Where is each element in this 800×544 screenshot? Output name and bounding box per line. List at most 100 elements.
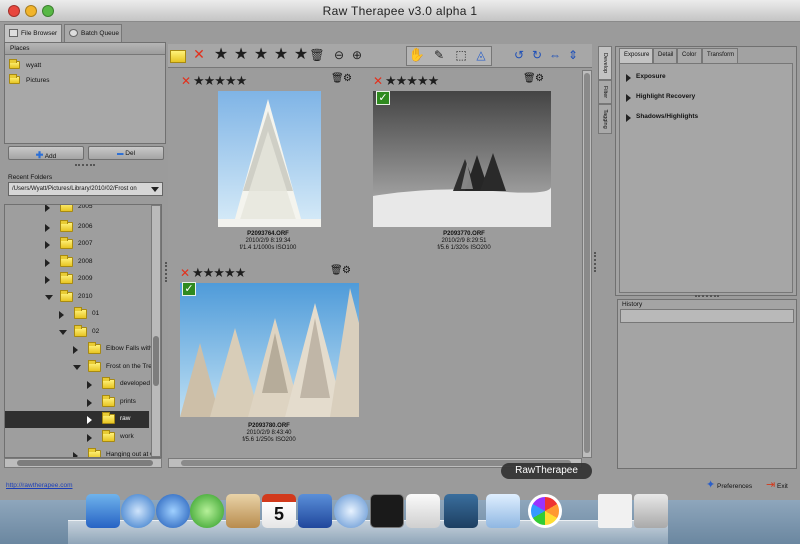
folder-open-icon	[74, 325, 87, 337]
tab-detail[interactable]: Detail	[653, 48, 677, 63]
place-item-wyatt[interactable]: wyatt	[9, 59, 41, 72]
trash-mark-icon[interactable]: ✕	[181, 75, 191, 87]
trash-mark-icon[interactable]: ✕	[180, 267, 190, 279]
title-bar: Raw Therapee v3.0 alpha 1	[0, 0, 800, 22]
trash-icon[interactable]: 🗑	[331, 74, 344, 83]
folder-icon	[102, 395, 115, 407]
recent-folders-select[interactable]: /Users/Wyatt/Pictures/Library/2010/02/Fr…	[8, 182, 163, 196]
rating-stars[interactable]: ★★★★★	[192, 266, 246, 279]
app-icon[interactable]	[298, 494, 332, 528]
eyedropper-icon[interactable]: ✎	[430, 46, 448, 64]
flip-horizontal-icon[interactable]: ⇔	[546, 46, 564, 64]
edit-icon[interactable]: ⚙	[342, 266, 351, 275]
expand-icon	[45, 224, 50, 232]
file-browser-icon	[9, 29, 18, 37]
thumbnail-2[interactable]: ✕ ★★★★★ 🗑 ⚙ P2093770.ORF 2010/2/9 8:29:5…	[368, 74, 560, 254]
flip-vertical-icon[interactable]: ⇕	[564, 46, 582, 64]
folder-icon	[102, 430, 115, 442]
tab-file-browser[interactable]: File Browser	[4, 24, 62, 42]
thumbnail-area: ✕ ★★★★★ 🗑 ⚙ P2093764.ORF 2010/2/9 8:19:3…	[168, 70, 582, 458]
finder-icon[interactable]	[86, 494, 120, 528]
star-filter-icon[interactable]: ★	[212, 47, 230, 67]
rawtherapee-dock-icon[interactable]	[528, 494, 562, 528]
rotate-right-icon[interactable]: ↻	[528, 46, 546, 64]
trash-mark-icon[interactable]: ✕	[373, 75, 383, 87]
photo-snowy-forest	[180, 283, 359, 417]
aperture-icon[interactable]	[444, 494, 478, 528]
itunes-icon[interactable]	[334, 494, 368, 528]
star-filter-icon[interactable]: ★	[272, 47, 290, 67]
exif-label: f/5.6 1/250s ISO200	[242, 437, 296, 443]
scroll-thumb[interactable]	[584, 73, 590, 453]
tab-batch-queue[interactable]: Batch Queue	[64, 24, 122, 42]
tree-vscrollbar[interactable]	[151, 205, 161, 457]
add-place-button[interactable]: ✚ Add	[8, 146, 84, 160]
zoom-out-icon[interactable]: ⊖	[330, 46, 348, 64]
scroll-thumb[interactable]	[17, 460, 153, 466]
adium-icon[interactable]	[190, 494, 224, 528]
tab-transform[interactable]: Transform	[702, 48, 738, 63]
section-exposure[interactable]: Exposure	[626, 73, 666, 85]
history-list-header	[620, 309, 794, 323]
resize-handle[interactable]	[165, 262, 167, 282]
edit-icon[interactable]: ⚙	[343, 74, 352, 83]
resize-handle[interactable]	[75, 164, 95, 166]
folder-icon	[102, 412, 115, 424]
exit-icon: ⇥	[766, 479, 776, 491]
section-shadows-highlights[interactable]: Shadows/Highlights	[626, 113, 698, 125]
place-item-pictures[interactable]: Pictures	[9, 74, 49, 87]
edit-icon[interactable]: ⚙	[535, 74, 544, 83]
rawtherapee-link[interactable]: http://rawtherapee.com	[6, 482, 72, 489]
photo-frosted-tree	[218, 91, 321, 227]
zoom-in-icon[interactable]: ⊕	[348, 46, 366, 64]
mail-icon[interactable]	[156, 494, 190, 528]
preview-icon[interactable]	[486, 494, 520, 528]
trash-icon[interactable]: 🗑	[308, 46, 326, 64]
hand-tool-icon[interactable]: ✋	[408, 46, 426, 64]
folder-icon	[60, 205, 73, 212]
collapse-icon	[59, 330, 67, 335]
crop-icon[interactable]: ⬚	[452, 46, 470, 64]
rotate-left-icon[interactable]: ↺	[510, 46, 528, 64]
straighten-icon[interactable]: ◬	[472, 46, 490, 64]
document-icon[interactable]	[598, 494, 632, 528]
preferences-icon: ✦	[706, 479, 716, 491]
thumbnail-1[interactable]: ✕ ★★★★★ 🗑 ⚙ P2093764.ORF 2010/2/9 8:19:3…	[178, 74, 358, 254]
tab-color[interactable]: Color	[677, 48, 702, 63]
thumbnail-3[interactable]: ✕ ★★★★★ 🗑 ⚙ P2093780.ORF 2010/2/9 8:43:4…	[176, 266, 362, 450]
tab-filter[interactable]: Filter	[598, 80, 612, 104]
star-filter-icon[interactable]: ★	[232, 47, 250, 67]
preferences-button[interactable]: ✦ Preferences	[706, 478, 752, 491]
trash-icon[interactable]: 🗑	[523, 74, 536, 83]
rating-stars[interactable]: ★★★★★	[385, 74, 439, 87]
tab-develop[interactable]: Develop	[598, 46, 612, 80]
folder-icon	[60, 255, 73, 267]
textedit-icon[interactable]	[406, 494, 440, 528]
thumbnail-vscrollbar[interactable]	[582, 70, 592, 458]
trash-icon[interactable]: 🗑	[330, 266, 343, 275]
trash-dock-icon[interactable]	[634, 494, 668, 528]
folder-icon	[9, 59, 20, 69]
safari-icon[interactable]	[121, 494, 155, 528]
exit-button[interactable]: ⇥ Exit	[766, 478, 788, 491]
rating-stars[interactable]: ★★★★★	[193, 74, 247, 87]
dock-shelf	[68, 520, 668, 544]
scroll-thumb[interactable]	[153, 336, 159, 386]
expand-icon	[87, 416, 92, 424]
resize-handle[interactable]	[594, 252, 596, 272]
folder-icon	[9, 74, 20, 84]
tab-exposure[interactable]: Exposure	[619, 48, 653, 63]
address-book-icon[interactable]	[226, 494, 260, 528]
tree-hscrollbar[interactable]	[4, 458, 162, 468]
trash-filter-icon[interactable]: ✕	[190, 46, 208, 64]
open-folder-icon[interactable]	[170, 50, 186, 63]
ical-icon[interactable]: 5	[262, 494, 296, 528]
terminal-icon[interactable]	[370, 494, 404, 528]
section-highlight-recovery[interactable]: Highlight Recovery	[626, 93, 695, 105]
del-place-button[interactable]: ▬ Del	[88, 146, 164, 160]
star-filter-icon[interactable]: ★	[252, 47, 270, 67]
tool-list: Exposure Highlight Recovery Shadows/High…	[619, 63, 793, 293]
resize-handle[interactable]	[695, 295, 719, 297]
expand-icon	[87, 434, 92, 442]
tab-tagging[interactable]: Tagging	[598, 104, 612, 134]
